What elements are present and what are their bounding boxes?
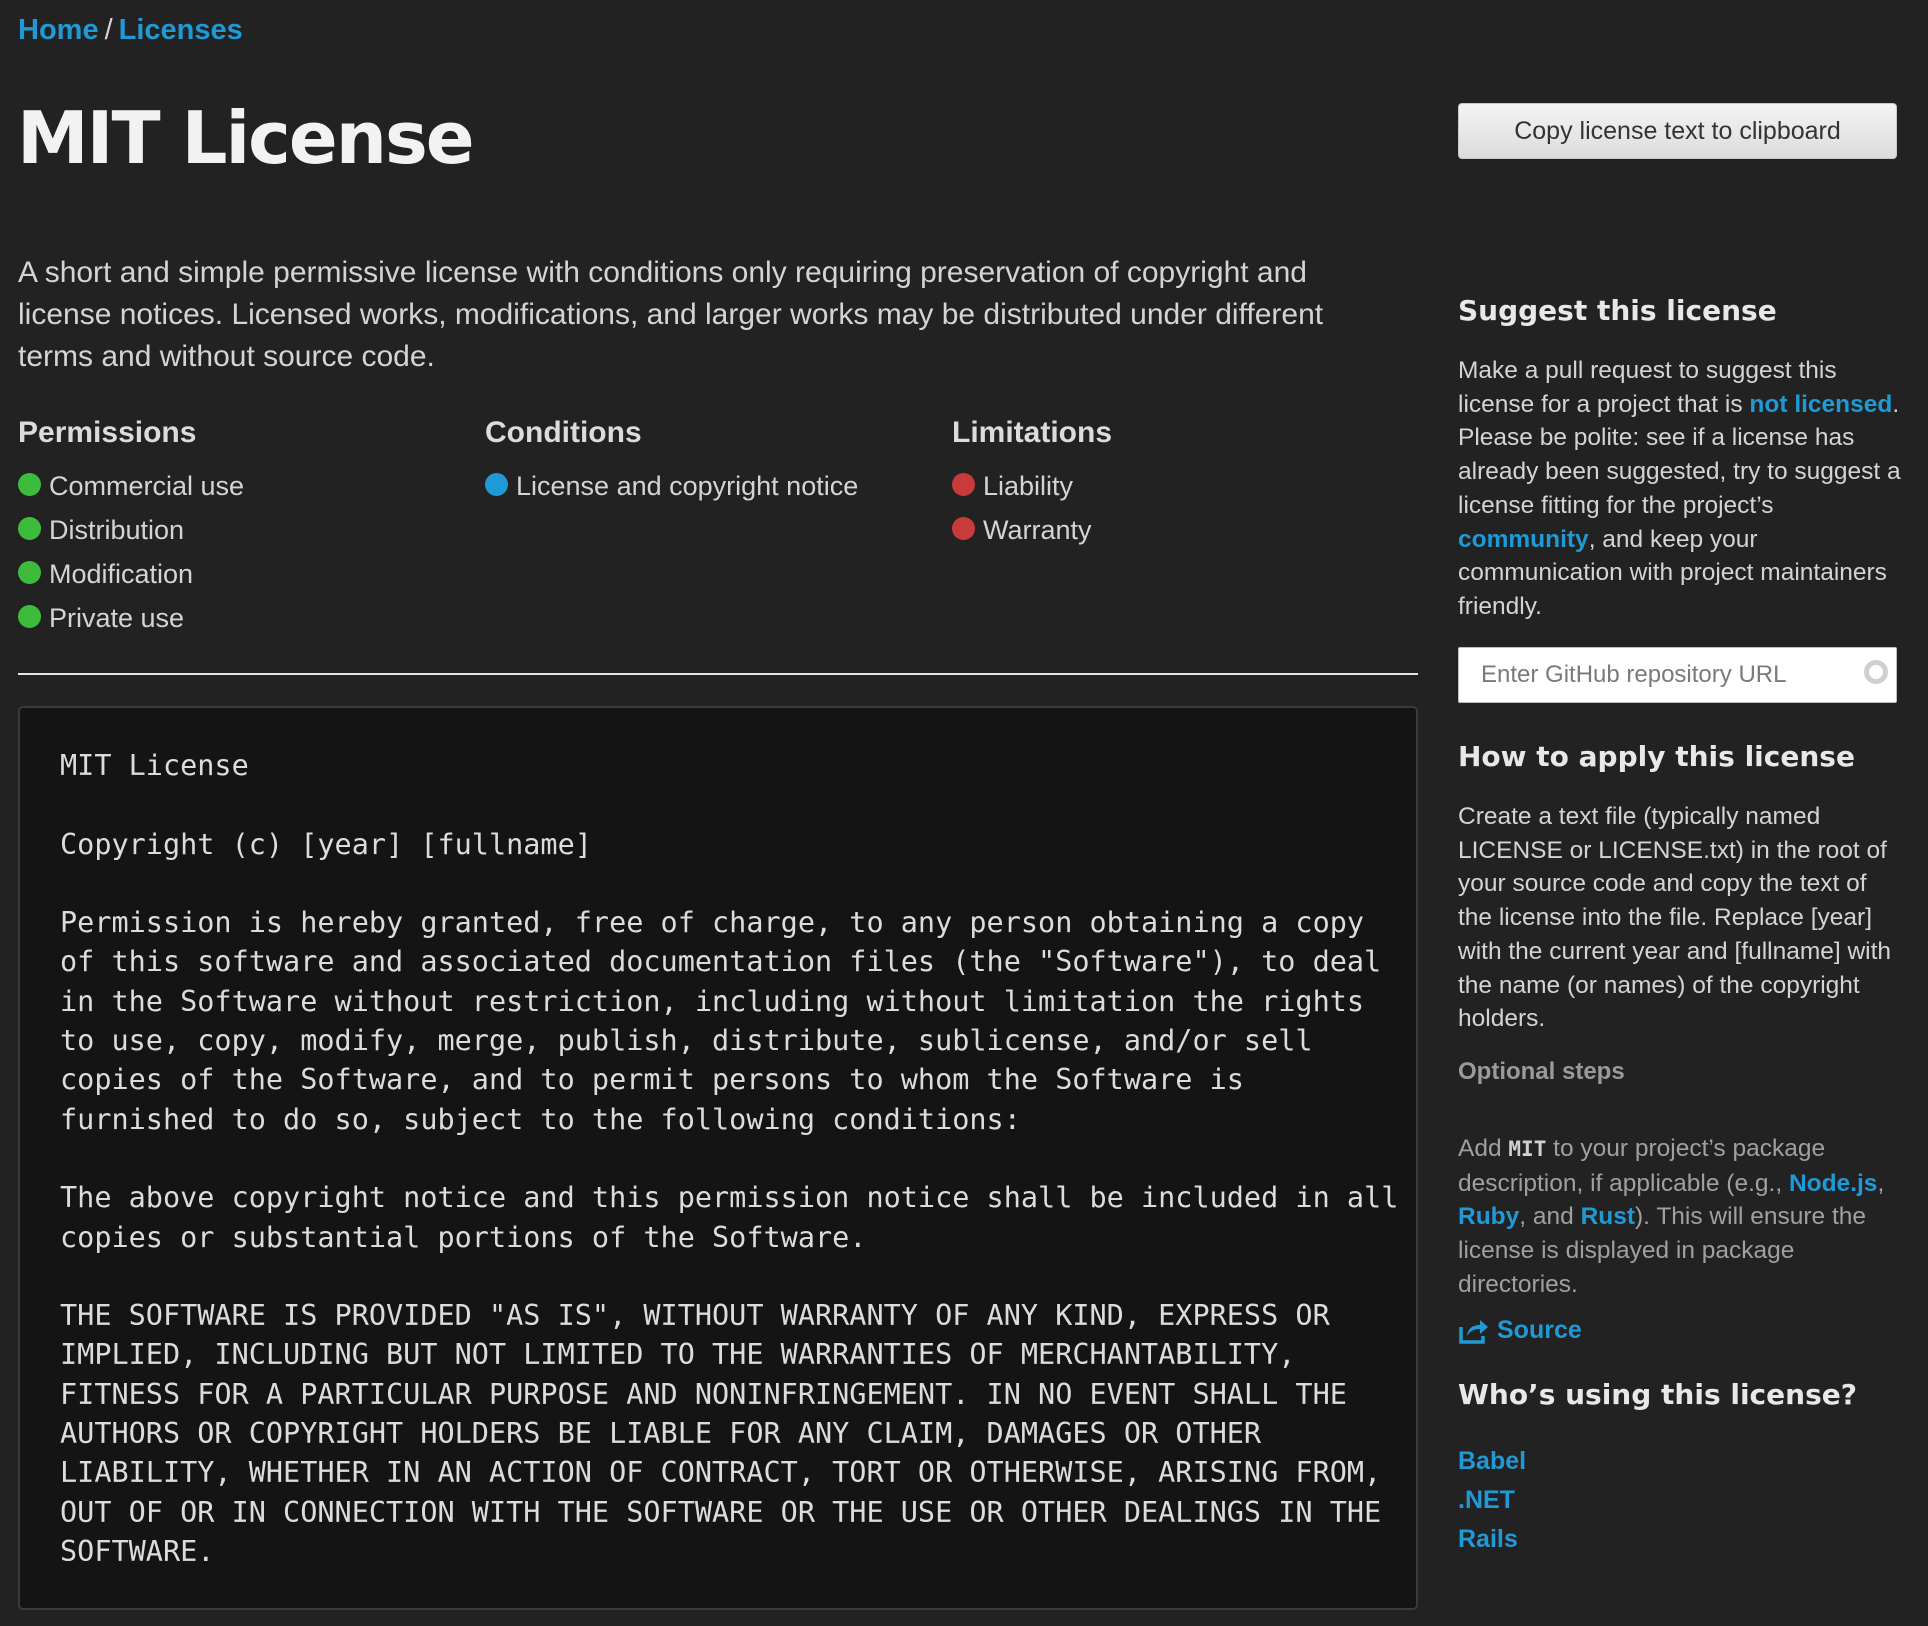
- breadcrumb-home-link[interactable]: Home: [18, 14, 99, 46]
- limitation-label: Warranty: [983, 515, 1092, 545]
- section-divider: [18, 673, 1418, 675]
- license-description: A short and simple permissive license wi…: [18, 256, 1324, 373]
- conditions-column: Conditions License and copyright notice: [485, 416, 945, 508]
- blue-dot-icon: [485, 472, 508, 496]
- limitations-list: Liability Warranty: [952, 464, 1412, 552]
- permission-item: Distribution: [18, 508, 478, 552]
- optional-text-part: , and: [1519, 1203, 1581, 1231]
- optional-text-part: ,: [1877, 1169, 1885, 1197]
- license-text-notice: The above copyright notice and this perm…: [60, 1181, 1399, 1254]
- users-list: Babel .NET Rails: [1458, 1442, 1526, 1559]
- license-text-box[interactable]: MIT License Copyright (c) [year] [fullnam…: [18, 706, 1418, 1610]
- users-heading: Who’s using this license?: [1458, 1378, 1857, 1411]
- license-rules: Permissions Commercial use Distribution …: [18, 416, 1418, 656]
- green-dot-icon: [18, 604, 41, 628]
- limitations-heading: Limitations: [952, 416, 1113, 449]
- ruby-link[interactable]: Ruby: [1458, 1203, 1519, 1230]
- license-text-warranty: THE SOFTWARE IS PROVIDED "AS IS", WITHOU…: [60, 1299, 1382, 1568]
- source-link[interactable]: Source: [1458, 1316, 1582, 1345]
- share-icon: [1459, 1319, 1488, 1344]
- optional-text-part: Add: [1458, 1135, 1509, 1162]
- permissions-list: Commercial use Distribution Modification…: [18, 464, 478, 640]
- red-dot-icon: [952, 472, 975, 496]
- user-item: Rails: [1458, 1520, 1526, 1559]
- condition-item: License and copyright notice: [485, 464, 945, 508]
- user-link-rails[interactable]: Rails: [1458, 1525, 1518, 1553]
- page-title: MIT License: [17, 96, 475, 180]
- permission-item: Modification: [18, 552, 478, 596]
- conditions-list: License and copyright notice: [485, 464, 945, 508]
- red-dot-icon: [952, 516, 975, 540]
- repo-url-field: [1458, 647, 1897, 703]
- user-item: Babel: [1458, 1442, 1526, 1481]
- green-dot-icon: [18, 560, 41, 584]
- suggest-license-text: Make a pull request to suggest this lice…: [1458, 354, 1904, 624]
- source-link-label: Source: [1497, 1316, 1582, 1344]
- apply-license-text: Create a text file (typically named LICE…: [1458, 803, 1892, 1033]
- conditions-heading: Conditions: [485, 416, 642, 449]
- repo-url-input[interactable]: [1459, 648, 1861, 702]
- green-dot-icon: [18, 472, 41, 496]
- limitations-column: Limitations Liability Warranty: [952, 416, 1412, 552]
- community-link[interactable]: community: [1458, 526, 1589, 553]
- permission-item: Commercial use: [18, 464, 478, 508]
- optional-steps-text: Add MIT to your project’s package descri…: [1458, 1132, 1904, 1302]
- loading-spinner-icon: [1864, 660, 1888, 684]
- condition-label: License and copyright notice: [516, 471, 859, 501]
- license-text-permission: Permission is hereby granted, free of ch…: [60, 906, 1382, 1136]
- limitation-item: Liability: [952, 464, 1412, 508]
- optional-steps-heading: Optional steps: [1458, 1058, 1625, 1085]
- permission-item: Private use: [18, 596, 478, 640]
- permission-label: Private use: [49, 603, 185, 633]
- breadcrumb-separator: /: [104, 14, 113, 46]
- limitation-label: Liability: [983, 471, 1074, 501]
- user-link-babel[interactable]: Babel: [1458, 1447, 1526, 1475]
- breadcrumb-licenses-link[interactable]: Licenses: [119, 14, 243, 46]
- permissions-column: Permissions Commercial use Distribution …: [18, 416, 478, 640]
- nodejs-link[interactable]: Node.js: [1789, 1170, 1878, 1197]
- license-text-title: MIT License: [60, 749, 249, 782]
- rust-link[interactable]: Rust: [1581, 1203, 1635, 1230]
- apply-license-heading: How to apply this license: [1458, 740, 1855, 773]
- user-item: .NET: [1458, 1481, 1526, 1520]
- permission-label: Modification: [49, 559, 194, 589]
- green-dot-icon: [18, 516, 41, 540]
- permission-label: Commercial use: [49, 471, 245, 501]
- suggest-license-heading: Suggest this license: [1458, 294, 1777, 327]
- permissions-heading: Permissions: [18, 416, 197, 449]
- license-text-copyright: Copyright (c) [year] [fullname]: [60, 827, 592, 861]
- not-licensed-link[interactable]: not licensed: [1749, 391, 1892, 418]
- limitation-item: Warranty: [952, 508, 1412, 552]
- permission-label: Distribution: [49, 515, 185, 545]
- user-link-dotnet[interactable]: .NET: [1458, 1486, 1515, 1514]
- copy-license-button[interactable]: Copy license text to clipboard: [1458, 103, 1897, 159]
- breadcrumb: Home / Licenses: [18, 14, 243, 47]
- spdx-code: MIT: [1508, 1137, 1547, 1161]
